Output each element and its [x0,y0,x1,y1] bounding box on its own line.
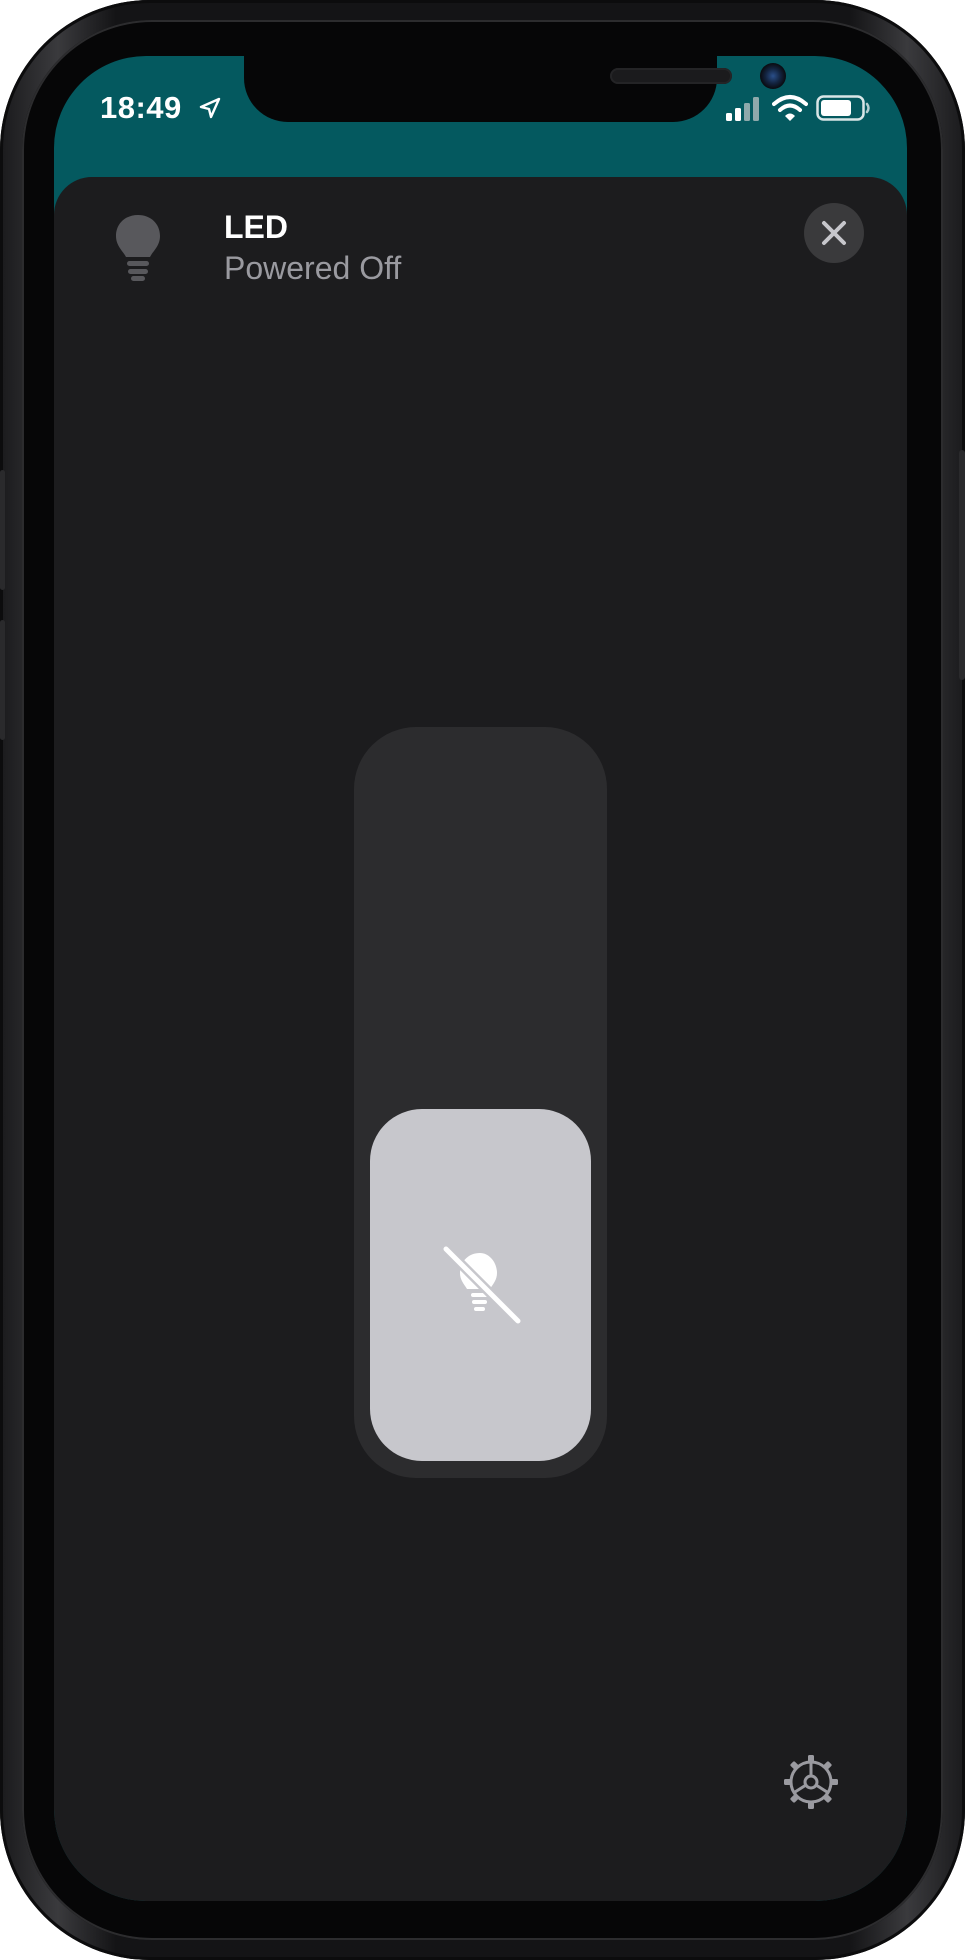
location-arrow-icon [199,97,221,119]
brightness-slider[interactable] [354,727,607,1478]
wifi-icon [772,95,808,121]
volume-down-button [0,620,5,740]
side-button [959,450,965,680]
brightness-slider-thumb[interactable] [370,1109,591,1461]
notch [244,56,786,122]
phone-frame: 18:49 LED Powered Off [0,0,965,1960]
lightbulb-slash-icon [441,1245,522,1326]
cellular-signal-icon [726,97,759,121]
screen: 18:49 LED Powered Off [54,56,907,1901]
gear-icon[interactable] [781,1752,841,1812]
battery-icon [816,95,870,121]
accessory-name: LED [224,209,288,245]
earpiece-speaker [610,68,732,84]
close-button[interactable] [804,203,864,263]
status-time: 18:49 [100,90,182,125]
accessory-detail-sheet: LED Powered Off [54,177,907,1901]
volume-up-button [0,470,5,590]
close-icon [822,221,846,245]
front-camera [760,63,786,89]
accessory-status: Powered Off [224,250,402,286]
lightbulb-icon [116,215,160,281]
